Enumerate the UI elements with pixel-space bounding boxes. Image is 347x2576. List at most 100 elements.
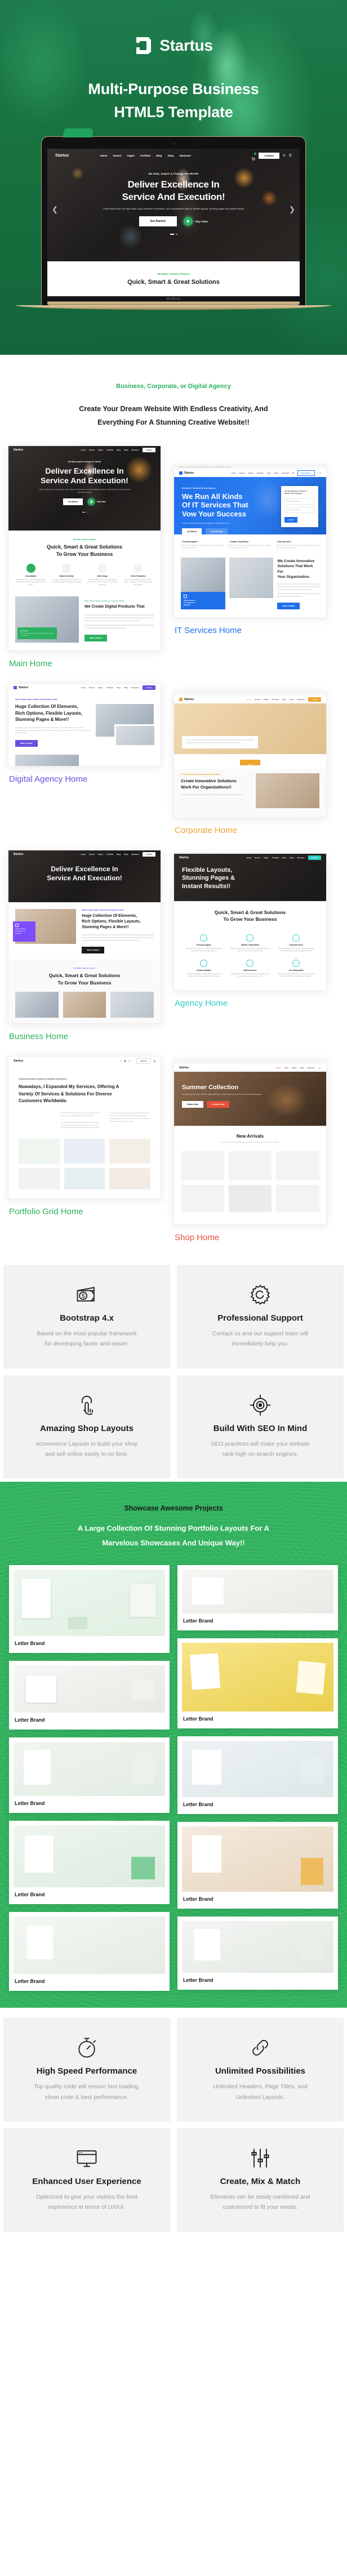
- slider-dots[interactable]: [47, 234, 300, 235]
- demo-label-digital-agency-home[interactable]: Digital Agency Home: [8, 766, 161, 784]
- facebook-icon[interactable]: f: [317, 472, 318, 474]
- portfolio-card[interactable]: Letter Brand: [177, 1917, 338, 1990]
- portfolio-caption: Letter Brand: [15, 1641, 45, 1647]
- demo5-start-project-button[interactable]: Start a Project: [82, 947, 104, 954]
- demo3-hero-paragraph: Our studio is not just about graphic des…: [15, 727, 90, 734]
- portfolio-card[interactable]: Letter Brand: [177, 1736, 338, 1815]
- demo4-nav-menu[interactable]: Home Demos Pages Portfolio Blog Shop Elements: [247, 698, 305, 701]
- hamburger-icon[interactable]: ☰: [153, 1060, 155, 1063]
- demo-label-business-home[interactable]: Business Home: [8, 1024, 161, 1041]
- demo8-product-3[interactable]: [276, 1151, 320, 1180]
- demo3-start-project-button[interactable]: Start a Project: [15, 739, 38, 747]
- twitter-icon[interactable]: ★: [319, 472, 321, 474]
- demo8-product-1[interactable]: [181, 1151, 224, 1180]
- badge-logo-icon: [15, 924, 19, 928]
- portfolio-heading-line-1: A Large Collection Of Stunning Portfolio…: [78, 1524, 269, 1533]
- nav-item-pages[interactable]: Pages: [127, 154, 135, 157]
- nav-item-shop[interactable]: Shop: [167, 154, 174, 157]
- demo2-btn2[interactable]: How We Work: [206, 528, 228, 534]
- portfolio-card[interactable]: Letter Brand: [9, 1821, 170, 1905]
- demo-card-agency-home[interactable]: Startus Home Demos Pages Portfolio Blog Shop…: [174, 853, 327, 991]
- demo-card-corporate-home[interactable]: Startus Home Demos Pages Portfolio Blog Shop…: [174, 691, 327, 818]
- monitor-icon: [18, 2145, 155, 2171]
- demo-label-it-services-home[interactable]: IT Services Home: [174, 618, 327, 635]
- demo8-product-5[interactable]: [228, 1184, 272, 1212]
- portfolio-caption: Letter Brand: [183, 1716, 213, 1722]
- demo2-start-project-button[interactable]: Start a Project: [277, 603, 300, 610]
- demo1-start-project-button[interactable]: Start a Project: [84, 634, 107, 641]
- demo-card-business-home[interactable]: Startus Home Demos Pages Portfolio Blog Shop…: [8, 850, 161, 1024]
- demo8-btn1[interactable]: Explore Now!: [182, 1100, 204, 1108]
- feature-item: Video Production Formed award winning el…: [123, 563, 154, 586]
- laptop-mockup: Startus Home Demos Pages Portfolio Blog …: [16, 128, 331, 310]
- laptop-get-started-button[interactable]: Get Started: [139, 216, 177, 227]
- demo2-email-field[interactable]: Write your Email here: [284, 498, 315, 505]
- demo4-eyebrow: Providing Unique And Extraordinary Solut…: [181, 773, 221, 776]
- demo-label-corporate-home[interactable]: Corporate Home: [174, 818, 327, 835]
- demo-card-digital-agency-home[interactable]: Startus Home Demos Pages Portfolio Blog Shop…: [8, 683, 161, 767]
- search-icon[interactable]: ⚲: [283, 154, 285, 158]
- hamburger-icon[interactable]: ☰: [289, 154, 292, 158]
- portfolio-card[interactable]: Letter Brand: [9, 1912, 170, 1991]
- nav-item-blog[interactable]: Blog: [156, 154, 162, 157]
- demo-label-main-home[interactable]: Main Home: [8, 651, 161, 668]
- portfolio-caption: Letter Brand: [183, 1802, 213, 1808]
- demo-grid: Startus Home Demos Pages Portfolio Blog Shop…: [0, 445, 347, 1256]
- demo5-lower-title: Quick, Smart & Great Solutions To Grow Yo…: [48, 973, 121, 986]
- updates-icon: [200, 959, 208, 967]
- demo2-message-field[interactable]: Anything I Can Do?: [284, 506, 315, 513]
- demo2-nav-menu[interactable]: Home Demos Pages Portfolio Blog Shop Elements: [232, 472, 290, 474]
- portfolio-caption: Letter Brand: [15, 1892, 45, 1898]
- demo1-btn-get-started[interactable]: Get Started: [63, 498, 83, 505]
- feature-item: Lifetime Updates Unlimited free updates o…: [181, 956, 227, 982]
- nav-item-home[interactable]: Home: [100, 154, 108, 157]
- demo1-btn-play[interactable]: Play Video: [97, 501, 106, 503]
- laptop-contact-button[interactable]: Contact: [259, 152, 280, 159]
- nav-item-demos[interactable]: Demos: [113, 154, 122, 157]
- twitter-icon[interactable]: ✦: [128, 1060, 130, 1062]
- laptop-base: MacBook: [47, 296, 300, 306]
- demo7-eyebrow: Focused On Brands, Products & Interactiv…: [19, 1078, 67, 1081]
- demo-label-portfolio-grid-home[interactable]: Portfolio Grid Home: [8, 1199, 161, 1216]
- consultation-icon: [26, 563, 35, 573]
- demo-label-agency-home[interactable]: Agency Home: [174, 991, 327, 1008]
- demo2-contact-form[interactable]: It's Our Pleasure To Have & Chance To Coo…: [281, 485, 318, 527]
- instagram-icon[interactable]: ▣: [124, 1060, 126, 1062]
- demo8-product-2[interactable]: [228, 1151, 272, 1180]
- demo3-cta[interactable]: Contact: [142, 685, 155, 690]
- demo8-product-6[interactable]: [276, 1184, 320, 1212]
- demo8-hero-paragraph: Top quality bags with custom materials. …: [182, 1094, 263, 1096]
- badge-logo-icon: [184, 595, 187, 599]
- demo8-nav-menu[interactable]: Home Shop Pages Blog Elements: [276, 1067, 315, 1069]
- demo3-nav-menu[interactable]: Home Demos Pages Portfolio Blog Shop Elements: [81, 687, 139, 689]
- demo8-btn2[interactable]: Purchase Now: [207, 1100, 230, 1108]
- demo7-cta[interactable]: How Us: [136, 1058, 151, 1064]
- intro-heading-line-2: Everything For A Stunning Creative Websi…: [97, 418, 250, 427]
- laptop-play-video-button[interactable]: Play Video: [183, 217, 208, 226]
- nav-item-portfolio[interactable]: Portfolio: [140, 154, 151, 157]
- search-icon[interactable]: ⚲: [292, 471, 294, 474]
- demo-card-main-home[interactable]: Startus Home Demos Pages Portfolio Blog Shop…: [8, 445, 161, 652]
- nav-item-elements[interactable]: Elements: [180, 154, 191, 157]
- portfolio-card[interactable]: Letter Brand: [9, 1737, 170, 1813]
- demo4-cta[interactable]: Contact: [308, 697, 321, 702]
- portfolio-card[interactable]: Letter Brand: [177, 1565, 338, 1631]
- demo2-btn1[interactable]: Get Started: [182, 528, 202, 534]
- tap-finger-icon: [18, 1392, 155, 1418]
- demo2-cta[interactable]: Get A Quote: [297, 470, 315, 476]
- demo2-submit-button[interactable]: Submit: [284, 516, 298, 523]
- portfolio-card[interactable]: Letter Brand: [9, 1661, 170, 1730]
- demo-row-2: Startus Home Demos Pages Portfolio Blog Shop…: [8, 683, 339, 835]
- intro-section: Business, Corporate, or Digital Agency C…: [0, 355, 347, 445]
- portfolio-card[interactable]: Letter Brand: [9, 1565, 170, 1654]
- page-title: Multi-Purpose Business HTML5 Template: [0, 78, 347, 124]
- cart-icon[interactable]: [251, 152, 257, 161]
- portfolio-card[interactable]: Letter Brand: [177, 1822, 338, 1909]
- portfolio-card[interactable]: Letter Brand: [177, 1638, 338, 1729]
- cart-icon[interactable]: 🛒: [318, 1067, 321, 1069]
- demo8-product-4[interactable]: [181, 1184, 224, 1212]
- demo-label-shop-home[interactable]: Shop Home: [174, 1225, 327, 1242]
- demo-card-shop-home[interactable]: Startus Home Shop Pages Blog Elements 🛒 Summ…: [174, 1059, 327, 1225]
- demo-card-it-services-home[interactable]: Need Help, Trusting innovative and susta…: [174, 464, 327, 618]
- demo-card-portfolio-grid-home[interactable]: Startus f ▣ ✦ How Us ☰ Focused On Brands…: [8, 1056, 161, 1200]
